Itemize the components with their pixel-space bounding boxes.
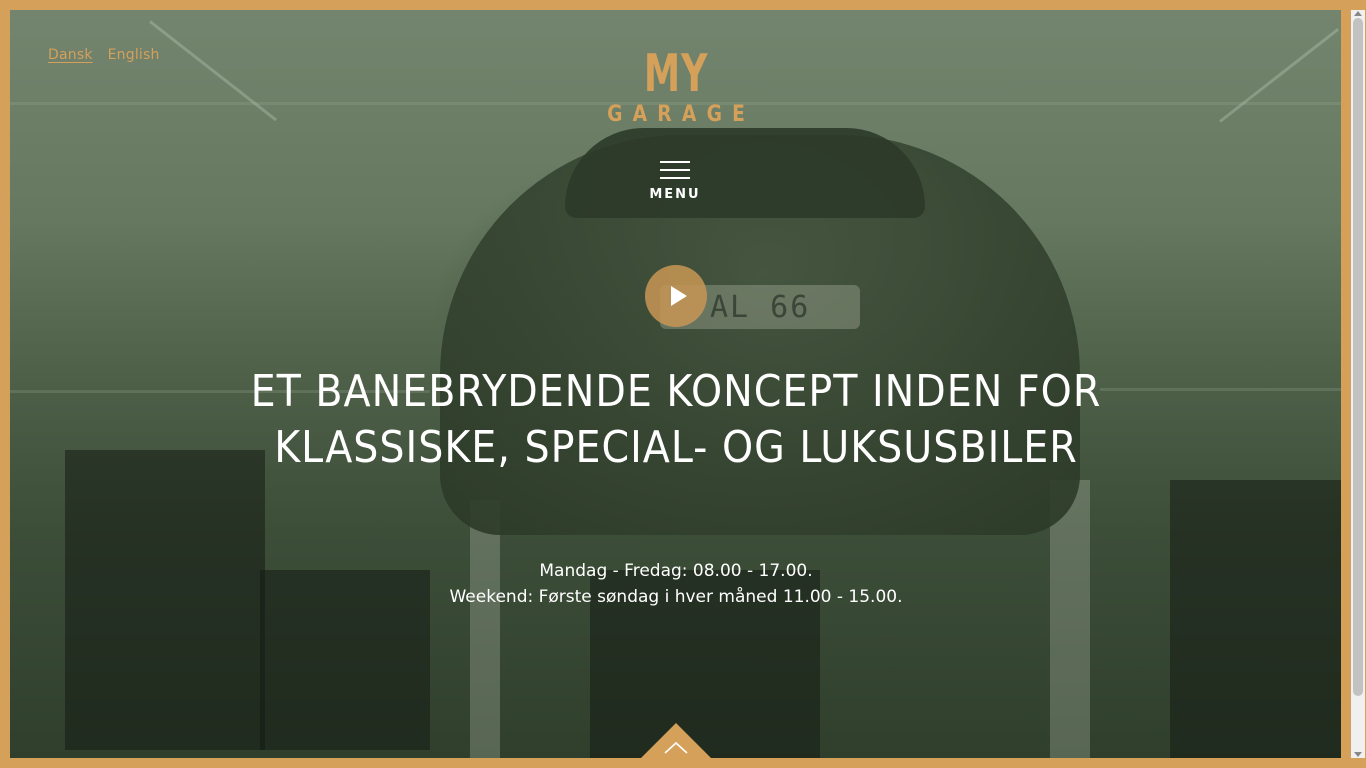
menu-label: MENU	[649, 187, 701, 202]
hero-headline-line-2: KLASSISKE, SPECIAL- OG LUKSUSBILER	[274, 422, 1078, 473]
logo-my: MY	[643, 44, 709, 104]
page-scrollbar[interactable]	[1351, 10, 1365, 758]
scroll-up-button[interactable]	[641, 723, 711, 768]
lang-english-link[interactable]: English	[108, 47, 160, 63]
play-icon	[670, 286, 687, 306]
hero-section: AL 66 Dansk English MY GARAGE MENU ET BA…	[10, 10, 1341, 758]
workbench	[65, 450, 265, 750]
car-rear-window	[565, 128, 925, 218]
hamburger-icon	[660, 161, 690, 179]
scroll-arrow-down-icon[interactable]	[1354, 752, 1362, 757]
opening-hours: Mandag - Fredag: 08.00 - 17.00. Weekend:…	[350, 558, 1002, 610]
license-plate-text: AL 66	[710, 290, 811, 325]
lift-post	[470, 500, 500, 758]
language-switcher: Dansk English	[48, 47, 160, 63]
site-logo[interactable]: MY GARAGE	[566, 48, 786, 128]
play-video-button[interactable]	[645, 265, 707, 327]
menu-button[interactable]: MENU	[640, 161, 710, 202]
scroll-tab-shape	[641, 723, 711, 768]
hours-weekend: Weekend: Første søndag i hver måned 11.0…	[449, 587, 903, 607]
hours-weekdays: Mandag - Fredag: 08.00 - 17.00.	[539, 561, 813, 581]
logo-garage: GARAGE	[607, 102, 756, 127]
scrollbar-thumb[interactable]	[1353, 18, 1363, 696]
hero-headline: ET BANEBRYDENDE KONCEPT INDEN FOR KLASSI…	[170, 364, 1182, 476]
hero-headline-line-1: ET BANEBRYDENDE KONCEPT INDEN FOR	[250, 366, 1102, 417]
lang-dansk-link[interactable]: Dansk	[48, 47, 93, 63]
scroll-arrow-up-icon[interactable]	[1354, 11, 1362, 16]
shelving	[1170, 480, 1341, 758]
